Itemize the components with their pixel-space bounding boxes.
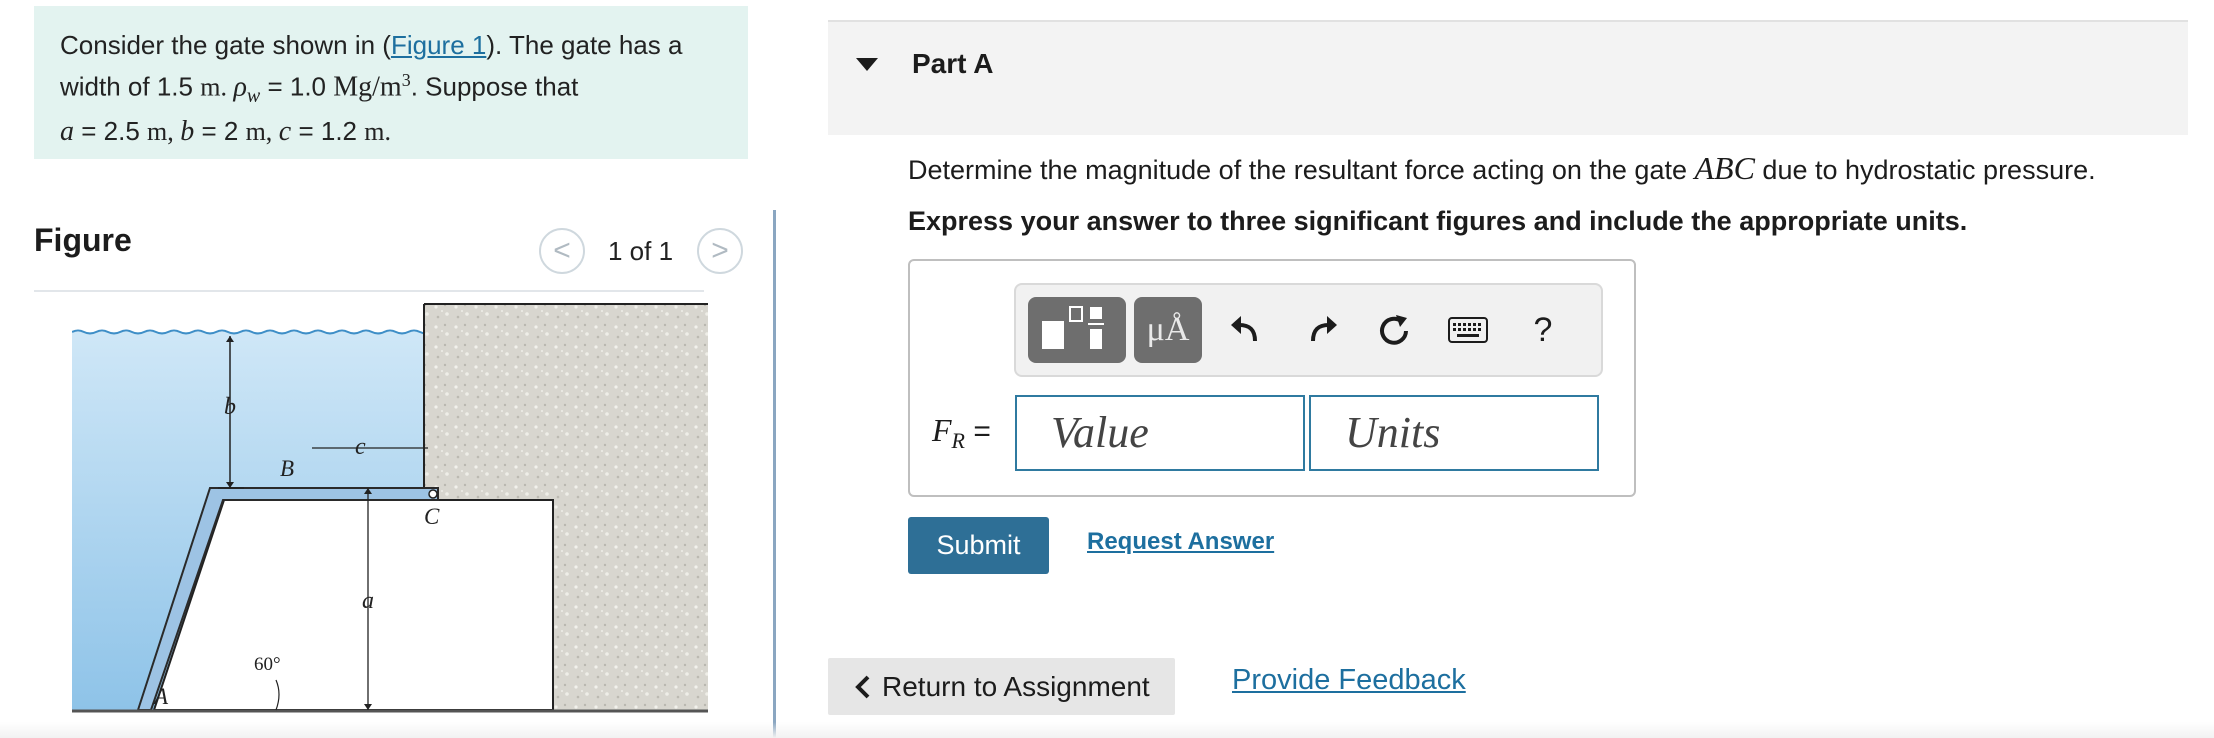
answer-label: FR = [932, 412, 991, 453]
problem-line-2: width of 1.5 m. ρw = 1.0 Mg/m3. Suppose … [60, 70, 579, 107]
chevron-right-icon: > [711, 234, 729, 267]
figure-divider [34, 290, 704, 292]
redo-button[interactable] [1302, 306, 1342, 354]
units-icon: μÅ [1146, 311, 1190, 348]
caret-down-icon[interactable] [856, 58, 878, 71]
help-icon: ? [1533, 310, 1553, 349]
problem-line-3: a = 2.5 m, b = 2 m, c = 1.2 m. [60, 115, 391, 147]
reset-icon [1380, 315, 1408, 345]
problem-statement: Consider the gate shown in (Figure 1). T… [34, 6, 748, 159]
return-to-assignment-button[interactable]: Return to Assignment [828, 658, 1175, 715]
units-input[interactable]: Units [1309, 395, 1599, 471]
label-c: c [355, 434, 366, 460]
keyboard-icon [1448, 317, 1488, 343]
request-answer-link[interactable]: Request Answer [1087, 528, 1274, 556]
redo-icon [1311, 316, 1337, 342]
label-angle: 60° [254, 654, 281, 675]
label-b: b [224, 394, 236, 420]
hinge-c [428, 489, 438, 499]
left-panel: Consider the gate shown in (Figure 1). T… [0, 0, 773, 738]
label-A: A [152, 684, 169, 709]
prev-figure-button[interactable]: < [539, 228, 585, 274]
figure-title: Figure [34, 222, 132, 258]
next-figure-button[interactable]: > [697, 228, 743, 274]
answer-instruction: Express your answer to three significant… [908, 206, 1968, 236]
figure-link[interactable]: Figure 1 [391, 30, 486, 60]
part-a-header[interactable] [828, 20, 2188, 135]
figure-pager: 1 of 1 [608, 236, 674, 266]
undo-icon [1231, 316, 1257, 342]
keyboard-button[interactable] [1446, 306, 1490, 354]
units-button[interactable]: μÅ [1134, 297, 1202, 363]
label-C: C [424, 504, 440, 529]
undo-button[interactable] [1226, 306, 1266, 354]
gate-figure: b c B C a A 60° [72, 303, 708, 713]
bottom-fade [0, 722, 2214, 738]
provide-feedback-link[interactable]: Provide Feedback [1232, 664, 1466, 697]
return-label: Return to Assignment [882, 670, 1150, 702]
label-a: a [362, 588, 374, 614]
templates-icon [1042, 306, 1104, 349]
chevron-left-icon [855, 675, 870, 698]
help-button[interactable]: ? [1528, 306, 1558, 354]
air-chamber [152, 499, 554, 711]
part-a-title[interactable]: Part A [912, 48, 993, 80]
value-input[interactable]: Value [1015, 395, 1305, 471]
templates-button[interactable] [1028, 297, 1126, 363]
reset-button[interactable] [1374, 306, 1414, 354]
question-text: Determine the magnitude of the resultant… [908, 150, 2096, 186]
problem-line-1: Consider the gate shown in (Figure 1). T… [60, 30, 683, 60]
label-B: B [280, 456, 294, 481]
chevron-left-icon: < [553, 234, 571, 267]
submit-button[interactable]: Submit [908, 517, 1049, 574]
panel-divider[interactable] [773, 210, 776, 738]
